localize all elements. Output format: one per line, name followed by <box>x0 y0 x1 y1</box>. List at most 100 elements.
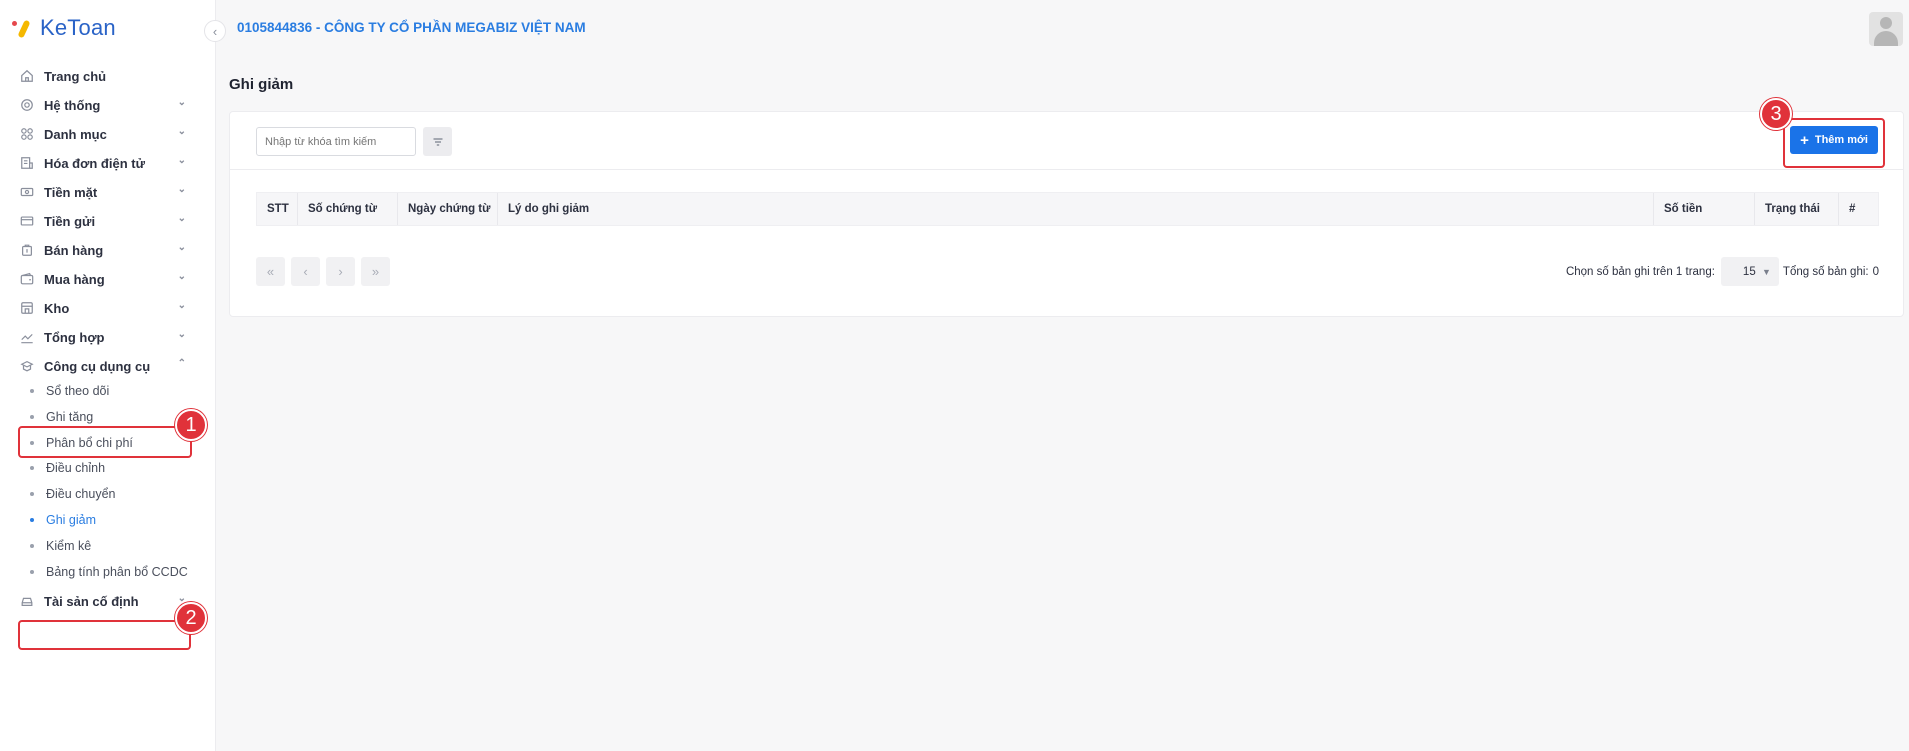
bullet-icon <box>30 389 34 393</box>
content-card: + Thêm mới STT Số chứng từ Ngày chứng từ… <box>229 111 1904 317</box>
double-chevron-left-icon: « <box>266 264 275 279</box>
sidebar-item-tai-san-co-dinh[interactable]: Tài sản cố định ⌄ <box>18 590 198 612</box>
wallet-icon <box>18 270 36 288</box>
bullet-icon <box>30 415 34 419</box>
car-icon <box>18 592 36 610</box>
next-page-button[interactable]: › <box>326 257 355 286</box>
chevron-down-icon: ⌄ <box>177 300 186 311</box>
sidebar-item-label: Hóa đơn điện tử <box>44 155 145 171</box>
chevron-down-icon: ⌄ <box>177 184 186 195</box>
company-name[interactable]: 0105844836 - CÔNG TY CỔ PHẦN MEGABIZ VIỆ… <box>237 20 586 35</box>
sidebar-subitem-label: Điều chỉnh <box>46 461 106 475</box>
sidebar-subitem-ghi-giam[interactable]: Ghi giảm <box>30 510 200 530</box>
grid-icon <box>18 125 36 143</box>
settings-icon <box>18 96 36 114</box>
column-header-actions: # <box>1849 203 1856 215</box>
chevron-down-icon: ⌄ <box>177 242 186 253</box>
sidebar-item-label: Mua hàng <box>44 271 105 287</box>
total-label: Tổng số bản ghi: <box>1782 265 1869 278</box>
chevron-left-icon: ‹ <box>212 23 218 39</box>
page-title: Ghi giảm <box>229 76 294 93</box>
chevron-up-icon: ⌃ <box>177 358 186 369</box>
pagination-info: Chọn số bản ghi trên 1 trang: 15 ▼ Tổng … <box>1566 257 1879 286</box>
top-header: 0105844836 - CÔNG TY CỔ PHẦN MEGABIZ VIỆ… <box>216 0 1909 58</box>
sidebar-item-tong-hop[interactable]: Tổng hợp ⌄ <box>18 326 198 348</box>
sidebar-subitem-so-theo-doi[interactable]: Sổ theo dõi <box>30 381 200 401</box>
logo-text: KeToan <box>40 15 116 40</box>
card-icon <box>18 212 36 230</box>
per-page-value: 15 <box>1742 265 1756 278</box>
annotation-badge-1: 1 <box>175 409 207 441</box>
sidebar-subitem-dieu-chuyen[interactable]: Điều chuyển <box>30 484 200 504</box>
sidebar-item-label: Danh mục <box>44 126 107 142</box>
double-chevron-right-icon: » <box>371 264 380 279</box>
sidebar-item-tien-mat[interactable]: Tiền mặt ⌄ <box>18 181 198 203</box>
column-header-so-chung-tu[interactable]: Số chứng từ <box>298 193 398 225</box>
prev-page-button[interactable]: ‹ <box>291 257 320 286</box>
column-header-ly-do-ghi-giam[interactable]: Lý do ghi giảm <box>498 193 1654 225</box>
chevron-right-icon: › <box>338 264 343 279</box>
sidebar-item-he-thong[interactable]: Hệ thống ⌄ <box>18 94 198 116</box>
sales-icon <box>18 241 36 259</box>
chevron-down-icon: ⌄ <box>177 213 186 224</box>
last-page-button[interactable]: » <box>361 257 390 286</box>
divider <box>230 169 1903 170</box>
column-header-stt[interactable]: STT <box>257 193 298 225</box>
sidebar-subitem-bang-tinh-phan-bo-ccdc[interactable]: Bảng tính phân bổ CCDC <box>30 562 200 582</box>
pagination-controls: « ‹ › » <box>256 257 390 286</box>
per-page-select[interactable]: 15 ▼ <box>1720 257 1779 286</box>
sidebar-item-label: Tiền gửi <box>44 213 96 229</box>
filter-button[interactable] <box>423 127 452 156</box>
bullet-icon <box>30 466 34 470</box>
chevron-left-icon: ‹ <box>303 264 308 279</box>
column-header-ngay-chung-tu[interactable]: Ngày chứng từ <box>398 193 498 225</box>
cash-icon <box>18 183 36 201</box>
annotation-badge-2: 2 <box>175 602 207 634</box>
user-avatar[interactable] <box>1869 12 1903 46</box>
annotation-box-1 <box>18 426 192 458</box>
collapse-sidebar-button[interactable]: ‹ <box>204 20 226 42</box>
bullet-icon <box>30 518 34 522</box>
per-page-label: Chọn số bản ghi trên 1 trang: <box>1565 265 1715 278</box>
logo-icon <box>12 17 34 39</box>
chevron-down-icon: ⌄ <box>177 155 186 166</box>
caret-down-icon: ▼ <box>1762 266 1771 277</box>
total-value: 0 <box>1872 265 1879 278</box>
sidebar-subitem-label: Sổ theo dõi <box>46 384 110 398</box>
sidebar-item-mua-hang[interactable]: Mua hàng ⌄ <box>18 268 198 290</box>
sidebar-item-tien-gui[interactable]: Tiền gửi ⌄ <box>18 210 198 232</box>
sidebar-subitem-kiem-ke[interactable]: Kiểm kê <box>30 536 200 556</box>
annotation-badge-3: 3 <box>1760 98 1792 130</box>
tools-icon <box>18 357 36 375</box>
sidebar-item-label: Tổng hợp <box>44 329 105 345</box>
sidebar-item-ban-hang[interactable]: Bán hàng ⌄ <box>18 239 198 261</box>
invoice-icon <box>18 154 36 172</box>
sidebar-item-label: Tiền mặt <box>44 184 98 200</box>
chevron-down-icon: ⌄ <box>177 271 186 282</box>
annotation-box-3 <box>1783 118 1885 168</box>
bullet-icon <box>30 492 34 496</box>
sidebar-subitem-label: Ghi tăng <box>46 410 94 424</box>
sidebar-subitem-dieu-chinh[interactable]: Điều chỉnh <box>30 458 200 478</box>
annotation-box-2 <box>18 620 191 650</box>
chevron-down-icon: ⌄ <box>177 97 186 108</box>
column-header-trang-thai[interactable]: Trạng thái <box>1755 193 1839 225</box>
sidebar-item-danh-muc[interactable]: Danh mục ⌄ <box>18 123 198 145</box>
chevron-down-icon: ⌄ <box>177 329 186 340</box>
sidebar-item-hoa-don-dien-tu[interactable]: Hóa đơn điện tử ⌄ <box>18 152 198 174</box>
first-page-button[interactable]: « <box>256 257 285 286</box>
sidebar-subitem-label: Ghi giảm <box>46 513 97 527</box>
sidebar-item-label: Công cụ dụng cụ <box>44 358 151 374</box>
sidebar-item-label: Trang chủ <box>44 68 107 84</box>
sidebar-item-trang-chu[interactable]: Trang chủ <box>18 65 198 87</box>
app-logo[interactable]: KeToan <box>12 14 116 42</box>
search-input[interactable] <box>256 127 416 156</box>
sidebar-item-label: Bán hàng <box>44 242 104 258</box>
sidebar-item-kho[interactable]: Kho ⌄ <box>18 297 198 319</box>
column-header-so-tien[interactable]: Số tiền <box>1654 193 1755 225</box>
sidebar-item-label: Tài sản cố định <box>44 593 139 609</box>
sidebar-subitem-label: Kiểm kê <box>46 539 92 553</box>
warehouse-icon <box>18 299 36 317</box>
bullet-icon <box>30 570 34 574</box>
sidebar-item-cong-cu-dung-cu[interactable]: Công cụ dụng cụ ⌃ <box>18 355 198 377</box>
